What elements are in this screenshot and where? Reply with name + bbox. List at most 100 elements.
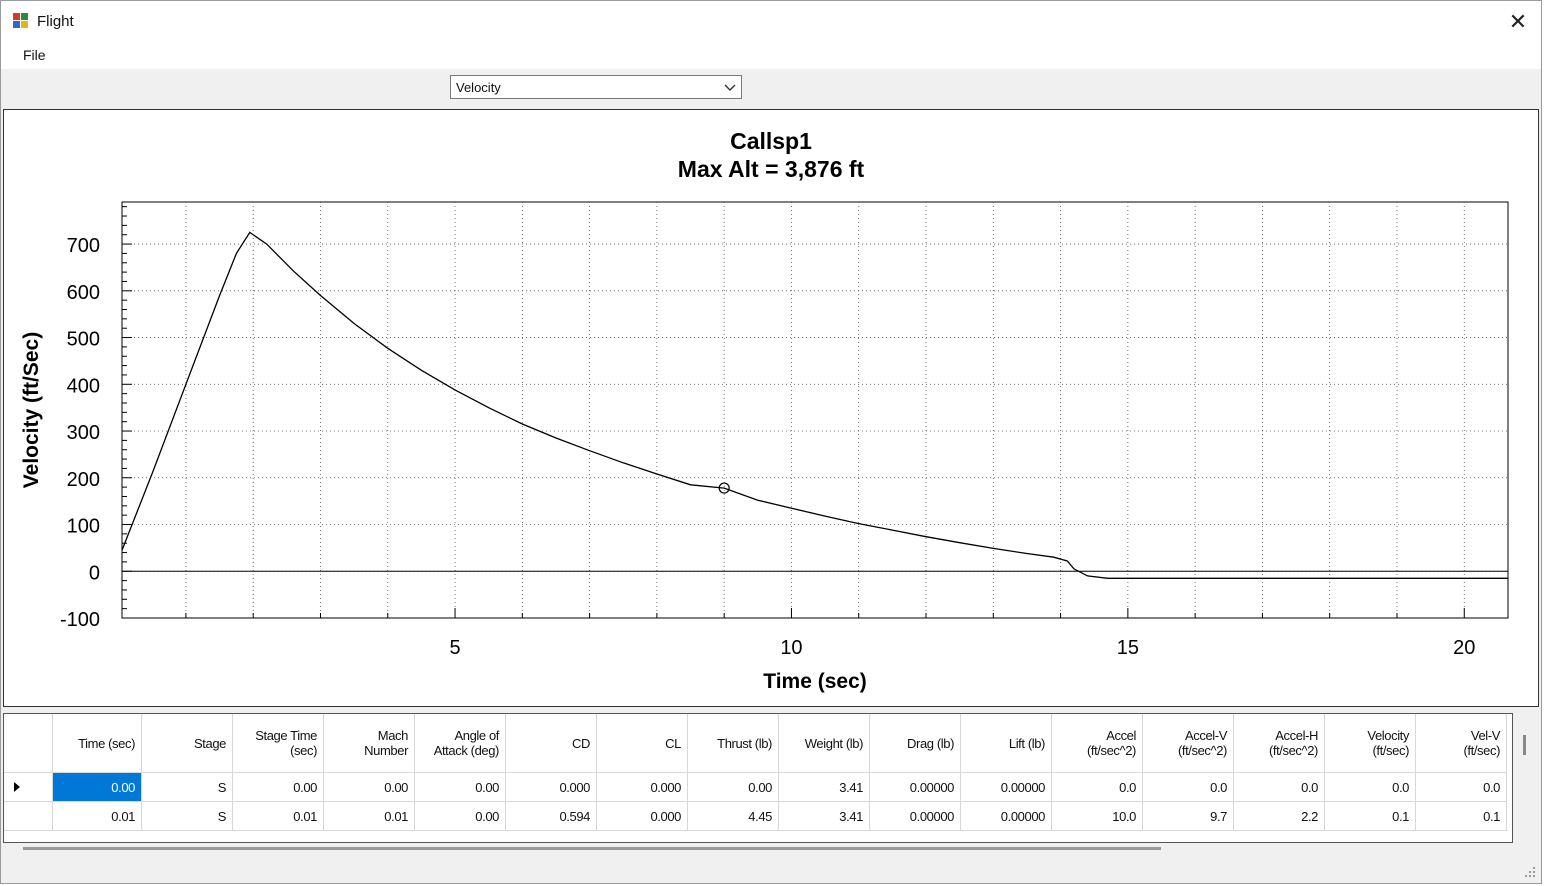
table-cell[interactable]: 0.00 bbox=[323, 772, 415, 802]
table-cell[interactable]: 0.00 bbox=[414, 801, 506, 831]
column-header-text: Attack (deg) bbox=[433, 743, 500, 758]
column-header-text: Stage Time bbox=[255, 728, 317, 743]
column-header-text: Time (sec) bbox=[78, 735, 135, 751]
table-cell[interactable]: 0.00 bbox=[232, 772, 324, 802]
table-cell[interactable]: 0.0 bbox=[1415, 772, 1507, 802]
flight-window: Flight ✕ File Velocity Callsp1 Max Alt = … bbox=[0, 0, 1542, 884]
data-grid: Time (sec) Stage Stage Time (sec) Mach Number… bbox=[3, 713, 1513, 843]
window-title: Flight bbox=[37, 13, 74, 30]
plot-area bbox=[121, 201, 1509, 619]
column-header[interactable]: Time (sec) bbox=[52, 714, 142, 773]
table-cell[interactable]: 0.00 bbox=[414, 772, 506, 802]
column-header-text: Accel-H bbox=[1275, 728, 1318, 743]
row-header[interactable] bbox=[4, 772, 53, 802]
current-row-arrow-icon bbox=[14, 781, 20, 792]
y-tick-label: 300 bbox=[67, 422, 100, 444]
row-header[interactable] bbox=[4, 801, 53, 831]
table-cell[interactable]: 0.01 bbox=[52, 801, 142, 831]
column-header[interactable]: Lift (lb) bbox=[960, 714, 1052, 773]
column-header[interactable]: Mach Number bbox=[323, 714, 415, 773]
table-cell[interactable]: S bbox=[141, 772, 233, 802]
table-cell[interactable]: S bbox=[141, 801, 233, 831]
column-header[interactable]: Accel-V (ft/sec^2) bbox=[1142, 714, 1234, 773]
y-tick-label: 0 bbox=[89, 562, 100, 584]
table-cell[interactable]: 9.7 bbox=[1142, 801, 1234, 831]
column-header[interactable]: Vel-V (ft/sec) bbox=[1415, 714, 1507, 773]
table-cell[interactable]: 0.0 bbox=[1051, 772, 1143, 802]
velocity-chart: Callsp1Max Alt = 3,876 ft -100 0 100 200 300 4… bbox=[20, 128, 1509, 693]
x-axis-label: Time (sec) bbox=[763, 670, 867, 693]
table-cell[interactable]: 2.2 bbox=[1233, 801, 1325, 831]
table-row[interactable]: 0.01 S 0.01 0.01 0.00 0.594 0.000 4.45 3.41 0.000… bbox=[4, 801, 1507, 831]
chart-title: Callsp1 bbox=[730, 128, 812, 154]
table-cell[interactable]: 0.0 bbox=[1142, 772, 1234, 802]
column-header-text: Stage bbox=[194, 735, 226, 751]
table-cell[interactable]: 0.000 bbox=[596, 801, 688, 831]
table-cell[interactable]: 0.01 bbox=[323, 801, 415, 831]
velocity-series-line bbox=[121, 231, 1508, 579]
column-header[interactable]: Accel-H (ft/sec^2) bbox=[1233, 714, 1325, 773]
table-cell[interactable]: 0.00000 bbox=[869, 801, 961, 831]
column-header-text: Mach bbox=[377, 728, 409, 743]
column-header[interactable]: Thrust (lb) bbox=[687, 714, 779, 773]
table-cell[interactable]: 10.0 bbox=[1051, 801, 1143, 831]
y-tick-label: -100 bbox=[60, 609, 100, 631]
horizontal-scrollbar-thumb[interactable] bbox=[23, 847, 1161, 850]
table-cell[interactable]: 0.00000 bbox=[869, 772, 961, 802]
y-tick-label: 600 bbox=[67, 282, 100, 304]
y-tick-label: 100 bbox=[67, 516, 100, 538]
x-tick-label: 5 bbox=[449, 637, 460, 659]
close-icon[interactable]: ✕ bbox=[1505, 9, 1531, 35]
table-cell[interactable]: 0.00 bbox=[52, 772, 142, 802]
y-tick-label: 200 bbox=[67, 469, 100, 491]
flight-data-table: Time (sec) Stage Stage Time (sec) Mach Number… bbox=[4, 714, 1507, 831]
x-tick-label: 20 bbox=[1453, 637, 1475, 659]
column-header-text: Thrust (lb) bbox=[717, 735, 772, 751]
table-row[interactable]: 0.00 S 0.00 0.00 0.00 0.000 0.000 0.00 3.41 0.000… bbox=[4, 772, 1507, 802]
resize-grip-icon[interactable] bbox=[1525, 867, 1535, 877]
column-header[interactable]: Drag (lb) bbox=[869, 714, 961, 773]
column-header[interactable]: Stage bbox=[141, 714, 233, 773]
table-cell[interactable]: 0.000 bbox=[596, 772, 688, 802]
table-cell[interactable]: 3.41 bbox=[778, 772, 870, 802]
menu-file[interactable]: File bbox=[23, 47, 46, 63]
column-header-text: (ft/sec) bbox=[1372, 743, 1409, 758]
title-bar[interactable]: Flight ✕ bbox=[1, 1, 1541, 41]
vertical-scrollbar-thumb[interactable] bbox=[1523, 735, 1526, 755]
column-header[interactable]: Accel (ft/sec^2) bbox=[1051, 714, 1143, 773]
table-cell[interactable]: 0.594 bbox=[505, 801, 597, 831]
table-cell[interactable]: 0.00000 bbox=[960, 801, 1052, 831]
table-cell[interactable]: 0.0 bbox=[1324, 772, 1416, 802]
column-header[interactable]: CD bbox=[505, 714, 597, 773]
table-cell[interactable]: 0.000 bbox=[505, 772, 597, 802]
column-header[interactable]: Angle of Attack (deg) bbox=[414, 714, 506, 773]
column-header-text: Angle of bbox=[454, 728, 499, 743]
chevron-down-icon[interactable] bbox=[723, 79, 737, 95]
table-cell[interactable]: 0.00000 bbox=[960, 772, 1052, 802]
column-header[interactable]: Velocity (ft/sec) bbox=[1324, 714, 1416, 773]
table-cell[interactable]: 0.00 bbox=[687, 772, 779, 802]
column-header[interactable]: Stage Time (sec) bbox=[232, 714, 324, 773]
menu-bar: File bbox=[1, 41, 1541, 69]
column-header-text: (ft/sec^2) bbox=[1268, 743, 1318, 758]
table-cell[interactable]: 0.0 bbox=[1233, 772, 1325, 802]
table-cell[interactable]: 0.1 bbox=[1415, 801, 1507, 831]
column-header-text: CL bbox=[665, 735, 681, 751]
y-tick-label: 500 bbox=[67, 329, 100, 351]
column-header-text: Accel bbox=[1106, 728, 1136, 743]
column-header-text: CD bbox=[572, 735, 590, 751]
table-cell[interactable]: 0.1 bbox=[1324, 801, 1416, 831]
toolbar: Velocity bbox=[1, 69, 1541, 109]
app-icon bbox=[13, 13, 29, 29]
plot-type-value: Velocity bbox=[456, 80, 501, 95]
column-header-text: (sec) bbox=[290, 743, 317, 758]
plot-type-select[interactable]: Velocity bbox=[450, 75, 742, 99]
table-cell[interactable]: 4.45 bbox=[687, 801, 779, 831]
column-header-text: Lift (lb) bbox=[1008, 735, 1046, 751]
table-cell[interactable]: 0.01 bbox=[232, 801, 324, 831]
column-header[interactable]: CL bbox=[596, 714, 688, 773]
column-header[interactable]: Weight (lb) bbox=[778, 714, 870, 773]
x-tick-label: 10 bbox=[780, 637, 802, 659]
table-cell[interactable]: 3.41 bbox=[778, 801, 870, 831]
chart-subtitle: Max Alt = 3,876 ft bbox=[678, 156, 865, 182]
